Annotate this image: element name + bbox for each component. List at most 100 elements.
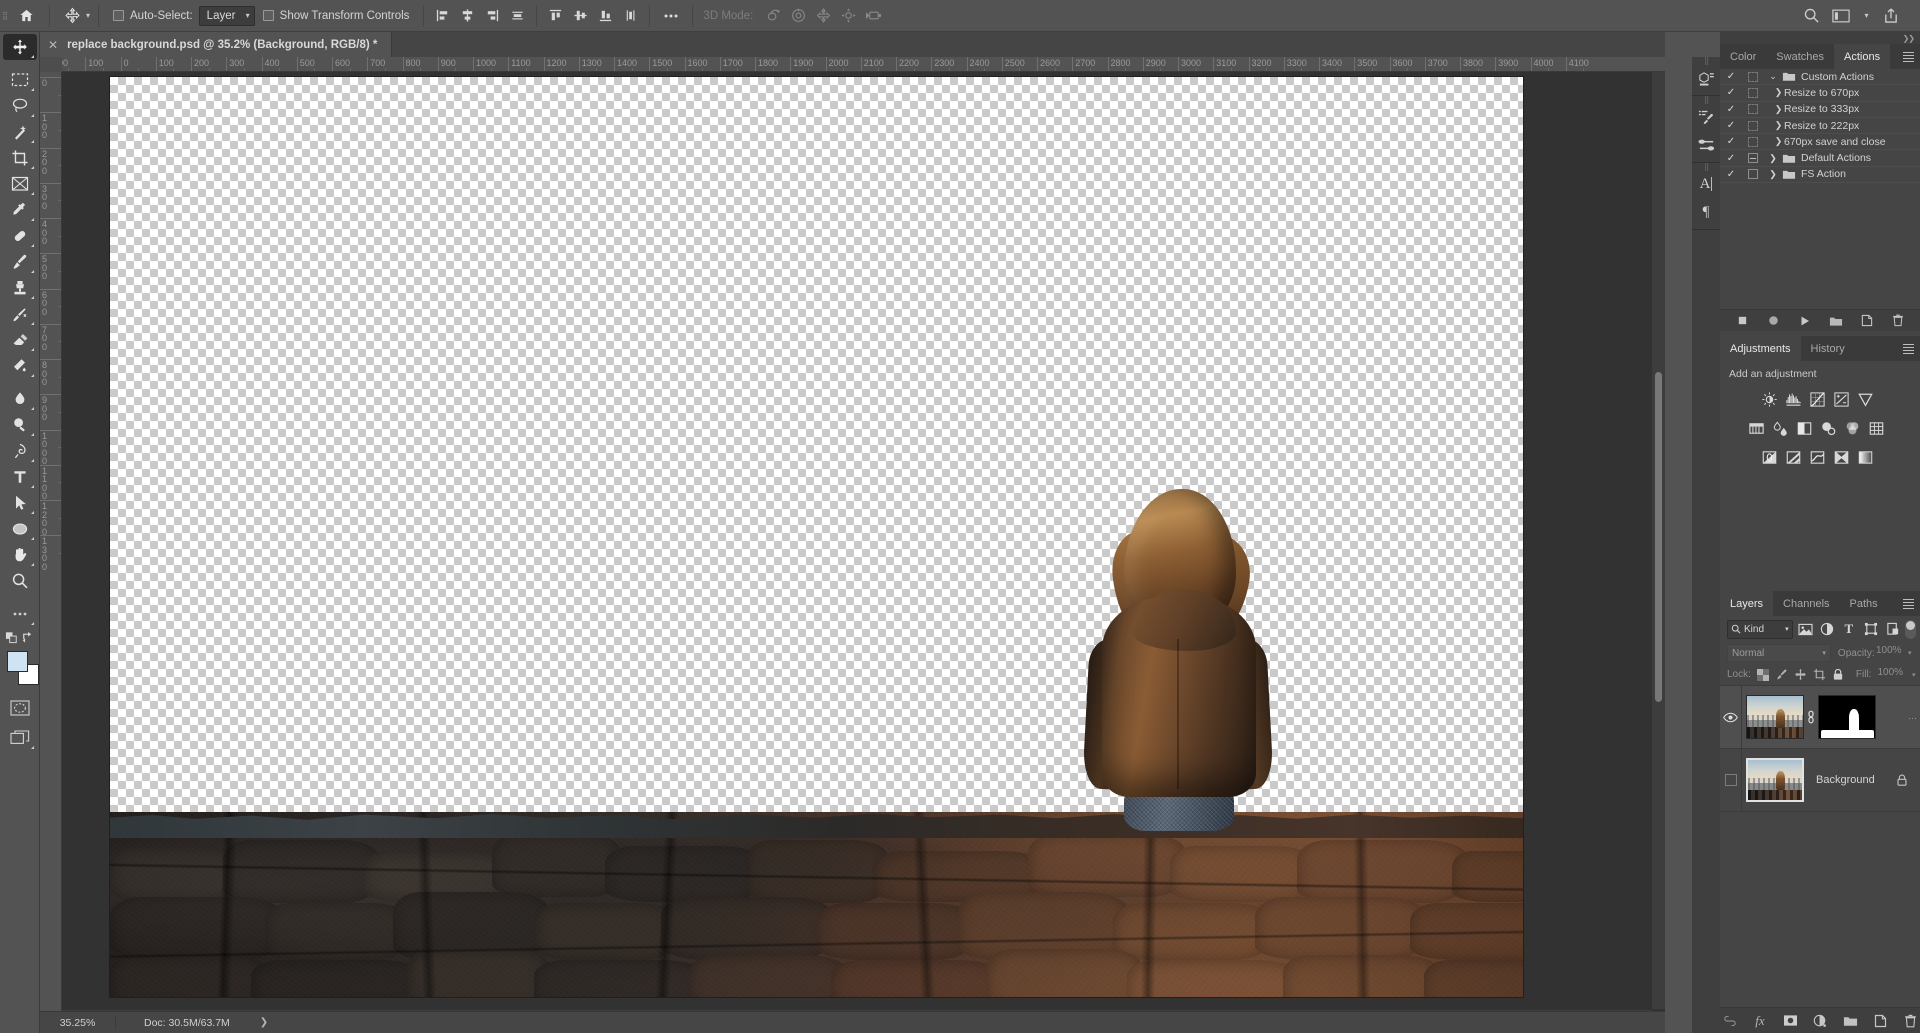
- chevron-right-icon[interactable]: ❯: [1764, 120, 1783, 131]
- panel-menu-icon[interactable]: [1896, 44, 1920, 69]
- new-adjustment-layer-icon[interactable]: [1812, 1012, 1829, 1029]
- stop-recording-icon[interactable]: [1734, 312, 1751, 329]
- horizontal-ruler[interactable]: 2001000100200300400500600700800900100011…: [62, 57, 1665, 72]
- hue-saturation-icon[interactable]: [1744, 417, 1768, 439]
- roll-3d-icon[interactable]: [786, 3, 811, 28]
- delete-layer-icon[interactable]: [1902, 1012, 1919, 1029]
- layer-mask-thumbnail[interactable]: [1818, 695, 1876, 739]
- action-toggle-checkbox[interactable]: ✓: [1720, 120, 1742, 131]
- levels-icon[interactable]: [1781, 388, 1805, 410]
- gradient-tool[interactable]: [3, 353, 37, 379]
- photo-filter-icon[interactable]: [1816, 417, 1840, 439]
- ruler-origin-box[interactable]: [40, 57, 62, 72]
- edit-toolbar-button[interactable]: [3, 601, 37, 627]
- properties-panel-icon[interactable]: [1692, 64, 1720, 92]
- distribute-vertical-icon[interactable]: [618, 3, 643, 28]
- fill-value[interactable]: 100%: [1877, 667, 1906, 683]
- lock-transparency-icon[interactable]: [1756, 668, 1769, 682]
- canvas-area[interactable]: 2001000100200300400500600700800900100011…: [40, 57, 1665, 1023]
- move-tool[interactable]: [2, 34, 37, 60]
- begin-recording-icon[interactable]: [1765, 312, 1782, 329]
- table-row[interactable]: Background: [1720, 748, 1920, 812]
- action-toggle-checkbox[interactable]: ✓: [1720, 104, 1742, 115]
- workspace-button[interactable]: [1828, 0, 1854, 32]
- action-modal-control-box[interactable]: [1742, 120, 1764, 131]
- opacity-stepper-chevron-icon[interactable]: ▾: [1905, 649, 1915, 657]
- layers-list[interactable]: ⋯ Background: [1720, 685, 1920, 812]
- panel-menu-icon[interactable]: [1896, 336, 1920, 361]
- action-toggle-checkbox[interactable]: ✓: [1720, 87, 1742, 98]
- crop-tool[interactable]: [3, 145, 37, 171]
- close-icon[interactable]: ✕: [48, 39, 58, 51]
- filter-pixel-icon[interactable]: [1796, 620, 1815, 639]
- new-group-icon[interactable]: [1842, 1012, 1859, 1029]
- layer-name[interactable]: Background: [1816, 774, 1875, 786]
- tab-color[interactable]: Color: [1720, 44, 1766, 69]
- tab-channels[interactable]: Channels: [1773, 591, 1839, 616]
- layer-effects-fx-icon[interactable]: fx: [1752, 1012, 1769, 1029]
- align-horizontal-centers-icon[interactable]: [455, 3, 480, 28]
- filter-kind-select[interactable]: Kind ▾: [1727, 619, 1793, 639]
- lock-all-icon[interactable]: [1832, 668, 1844, 682]
- align-vertical-centers-icon[interactable]: [568, 3, 593, 28]
- rotate-3d-icon[interactable]: [761, 3, 786, 28]
- slide-3d-icon[interactable]: [836, 3, 861, 28]
- tab-adjustments[interactable]: Adjustments: [1720, 336, 1801, 361]
- align-bottom-edges-icon[interactable]: [593, 3, 618, 28]
- tab-layers[interactable]: Layers: [1720, 591, 1774, 616]
- action-row[interactable]: ✓ ❯ Resize to 670px: [1720, 85, 1920, 102]
- rail-grip[interactable]: ⣿: [1698, 57, 1714, 65]
- action-row[interactable]: ✓ ❯ Resize to 333px: [1720, 102, 1920, 118]
- blur-tool[interactable]: [3, 386, 37, 412]
- brush-presets-icon[interactable]: [1692, 131, 1720, 159]
- action-toggle-checkbox[interactable]: ✓: [1720, 153, 1742, 164]
- home-button[interactable]: [9, 0, 43, 32]
- tab-swatches[interactable]: Swatches: [1766, 44, 1834, 69]
- scrollbar-thumb[interactable]: [1655, 372, 1662, 702]
- lock-image-icon[interactable]: [1775, 668, 1788, 682]
- chevron-right-icon[interactable]: ❯: [1764, 87, 1783, 98]
- document-size-info[interactable]: Doc: 30.5M/63.7M: [116, 1017, 230, 1029]
- eyedropper-tool[interactable]: [3, 197, 37, 223]
- chevron-right-icon[interactable]: ❯: [1764, 136, 1783, 147]
- document-viewport[interactable]: [62, 72, 1665, 1023]
- chevron-right-icon[interactable]: ❯: [1764, 169, 1782, 180]
- delete-icon[interactable]: [1889, 312, 1906, 329]
- action-modal-control-box[interactable]: [1742, 87, 1764, 98]
- action-modal-control-box[interactable]: [1742, 169, 1764, 180]
- filter-adjustment-icon[interactable]: [1818, 620, 1837, 639]
- action-toggle-checkbox[interactable]: ✓: [1720, 71, 1742, 82]
- character-panel-icon[interactable]: A: [1692, 170, 1720, 198]
- layer-visibility-toggle[interactable]: [1720, 685, 1742, 749]
- vertical-ruler[interactable]: 0 100 200 300 400 500 600 700 800 900 1000 1100 1200…: [40, 72, 62, 1023]
- black-white-icon[interactable]: [1792, 417, 1816, 439]
- filter-type-icon[interactable]: T: [1839, 620, 1858, 639]
- action-row[interactable]: ✓ ❯ Resize to 222px: [1720, 118, 1920, 135]
- canvas-vertical-scrollbar[interactable]: [1652, 72, 1665, 1009]
- action-row[interactable]: ✓ ⌄ Custom Actions: [1720, 69, 1920, 86]
- action-modal-control-box[interactable]: [1742, 104, 1764, 115]
- exposure-icon[interactable]: [1829, 388, 1853, 410]
- collapse-panels-icon[interactable]: ❯❯: [1720, 32, 1920, 44]
- filter-toggle-switch[interactable]: [1905, 619, 1916, 639]
- action-modal-control-box[interactable]: [1742, 136, 1764, 147]
- chevron-down-icon[interactable]: ⌄: [1764, 71, 1782, 82]
- action-modal-control-box[interactable]: [1742, 71, 1764, 82]
- eraser-tool[interactable]: [3, 327, 37, 353]
- new-layer-icon[interactable]: [1872, 1012, 1889, 1029]
- fill-stepper-chevron-icon[interactable]: ▾: [1912, 671, 1916, 679]
- filter-smart-object-icon[interactable]: [1883, 620, 1902, 639]
- lock-position-icon[interactable]: [1794, 668, 1807, 682]
- show-transform-controls-checkbox[interactable]: Show Transform Controls: [262, 0, 409, 32]
- workspace-chevron-button[interactable]: ▾: [1854, 0, 1874, 32]
- scale-3d-camera-icon[interactable]: [861, 3, 886, 28]
- panel-menu-icon[interactable]: [1896, 591, 1920, 616]
- history-brush-tool[interactable]: [3, 301, 37, 327]
- search-button[interactable]: [1794, 0, 1828, 32]
- zoom-tool[interactable]: [3, 568, 37, 594]
- zoom-level-field[interactable]: 35.25%: [40, 1016, 116, 1029]
- pen-tool[interactable]: [3, 438, 37, 464]
- distribute-horizontal-icon[interactable]: [505, 3, 530, 28]
- action-row[interactable]: ✓ ❯ Default Actions: [1720, 150, 1920, 167]
- selective-color-icon[interactable]: [1829, 446, 1853, 468]
